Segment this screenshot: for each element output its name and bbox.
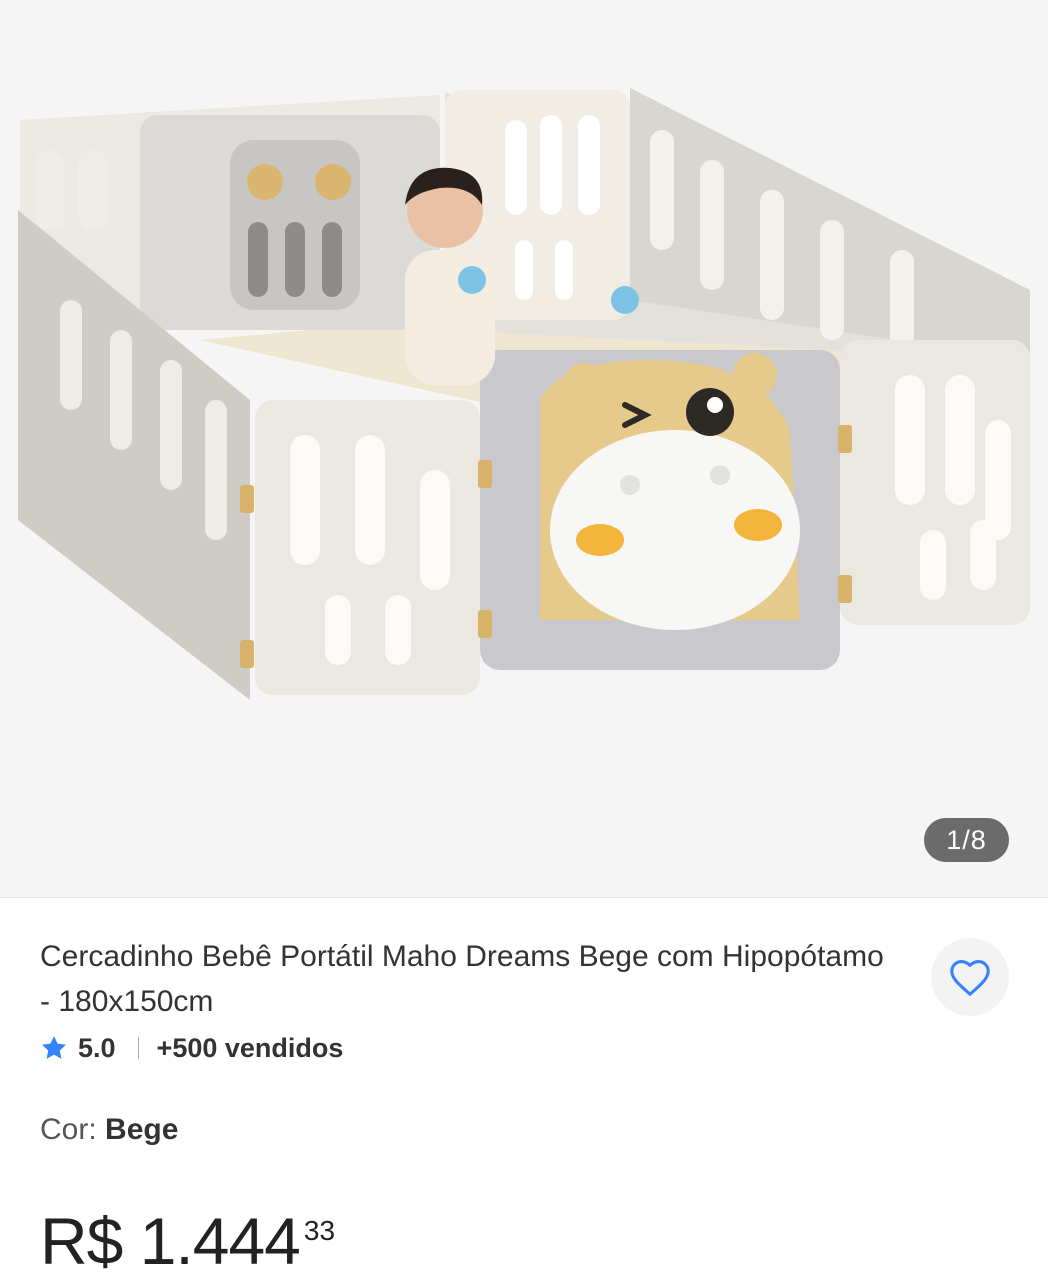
product-info: Cercadinho Bebê Portátil Maho Dreams Beg… — [0, 898, 1048, 1280]
rating-row: 5.0 +500 vendidos — [40, 1028, 343, 1068]
product-image-gallery[interactable]: 1/8 — [0, 0, 1048, 897]
favorite-button[interactable] — [931, 938, 1009, 1016]
product-title: Cercadinho Bebê Portátil Maho Dreams Beg… — [40, 940, 884, 1018]
color-selector[interactable]: Cor: Bege — [40, 1113, 178, 1147]
rating-value: 5.0 — [78, 1032, 116, 1063]
product-price: R$ 1.444 33 — [40, 1203, 335, 1279]
image-counter: 1/8 — [924, 818, 1009, 862]
color-value: Bege — [105, 1113, 179, 1146]
star-icon — [42, 1036, 66, 1059]
price-main: R$ 1.444 — [40, 1204, 301, 1278]
rating-separator — [137, 1037, 139, 1059]
color-label: Cor: — [40, 1113, 97, 1146]
heart-icon — [950, 960, 990, 996]
product-image — [18, 88, 1030, 700]
sold-count: +500 vendidos — [156, 1032, 344, 1063]
price-cents: 33 — [303, 1215, 336, 1246]
